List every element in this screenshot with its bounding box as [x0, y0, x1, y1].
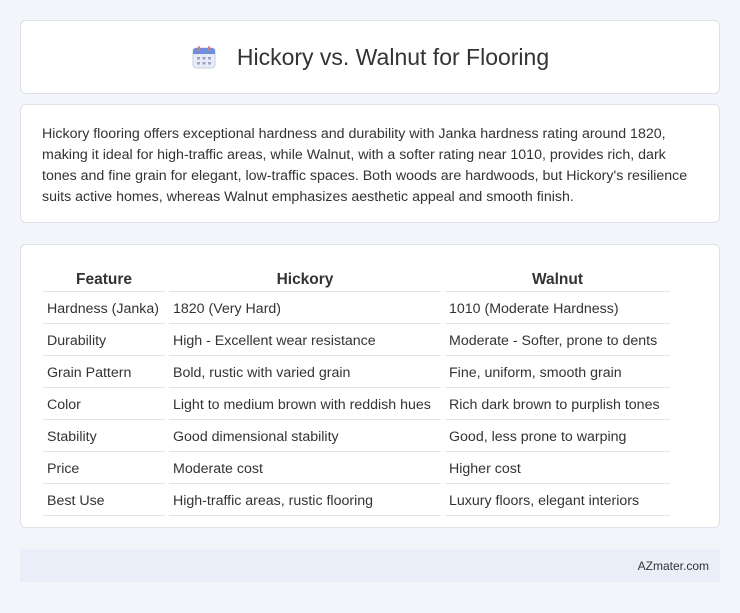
- hickory-cell: Good dimensional stability: [169, 423, 441, 452]
- feature-cell: Best Use: [43, 487, 165, 516]
- table-row: Hardness (Janka) 1820 (Very Hard) 1010 (…: [43, 295, 670, 324]
- table-row: Best Use High-traffic areas, rustic floo…: [43, 487, 670, 516]
- table-row: Stability Good dimensional stability Goo…: [43, 423, 670, 452]
- feature-cell: Durability: [43, 327, 165, 356]
- table-row: Color Light to medium brown with reddish…: [43, 391, 670, 420]
- hickory-cell: Bold, rustic with varied grain: [169, 359, 441, 388]
- walnut-cell: Luxury floors, elegant interiors: [445, 487, 670, 516]
- title-wrap: Hickory vs. Walnut for Flooring: [191, 44, 549, 71]
- table-header-row: Feature Hickory Walnut: [43, 268, 670, 292]
- hickory-cell: Moderate cost: [169, 455, 441, 484]
- feature-cell: Price: [43, 455, 165, 484]
- intro-card: Hickory flooring offers exceptional hard…: [20, 104, 720, 223]
- table-row: Durability High - Excellent wear resista…: [43, 327, 670, 356]
- hickory-cell: High - Excellent wear resistance: [169, 327, 441, 356]
- calendar-icon: [191, 44, 217, 70]
- footer-bar: AZmater.com: [20, 549, 720, 582]
- walnut-cell: Rich dark brown to purplish tones: [445, 391, 670, 420]
- table-row: Price Moderate cost Higher cost: [43, 455, 670, 484]
- footer-brand: AZmater.com: [637, 558, 709, 573]
- intro-text: Hickory flooring offers exceptional hard…: [42, 126, 688, 205]
- header-walnut: Walnut: [445, 268, 670, 292]
- table-card: Feature Hickory Walnut Hardness (Janka) …: [20, 244, 720, 528]
- walnut-cell: Good, less prone to warping: [445, 423, 670, 452]
- header-card: Hickory vs. Walnut for Flooring: [20, 20, 720, 94]
- hickory-cell: High-traffic areas, rustic flooring: [169, 487, 441, 516]
- feature-cell: Hardness (Janka): [43, 295, 165, 324]
- walnut-cell: Moderate - Softer, prone to dents: [445, 327, 670, 356]
- feature-cell: Color: [43, 391, 165, 420]
- hickory-cell: Light to medium brown with reddish hues: [169, 391, 441, 420]
- header-hickory: Hickory: [169, 268, 441, 292]
- walnut-cell: 1010 (Moderate Hardness): [445, 295, 670, 324]
- walnut-cell: Higher cost: [445, 455, 670, 484]
- feature-cell: Stability: [43, 423, 165, 452]
- header-feature: Feature: [43, 268, 165, 292]
- table-row: Grain Pattern Bold, rustic with varied g…: [43, 359, 670, 388]
- page-title: Hickory vs. Walnut for Flooring: [236, 43, 550, 70]
- comparison-table: Feature Hickory Walnut Hardness (Janka) …: [39, 265, 674, 519]
- hickory-cell: 1820 (Very Hard): [169, 295, 441, 324]
- walnut-cell: Fine, uniform, smooth grain: [445, 359, 670, 388]
- feature-cell: Grain Pattern: [43, 359, 165, 388]
